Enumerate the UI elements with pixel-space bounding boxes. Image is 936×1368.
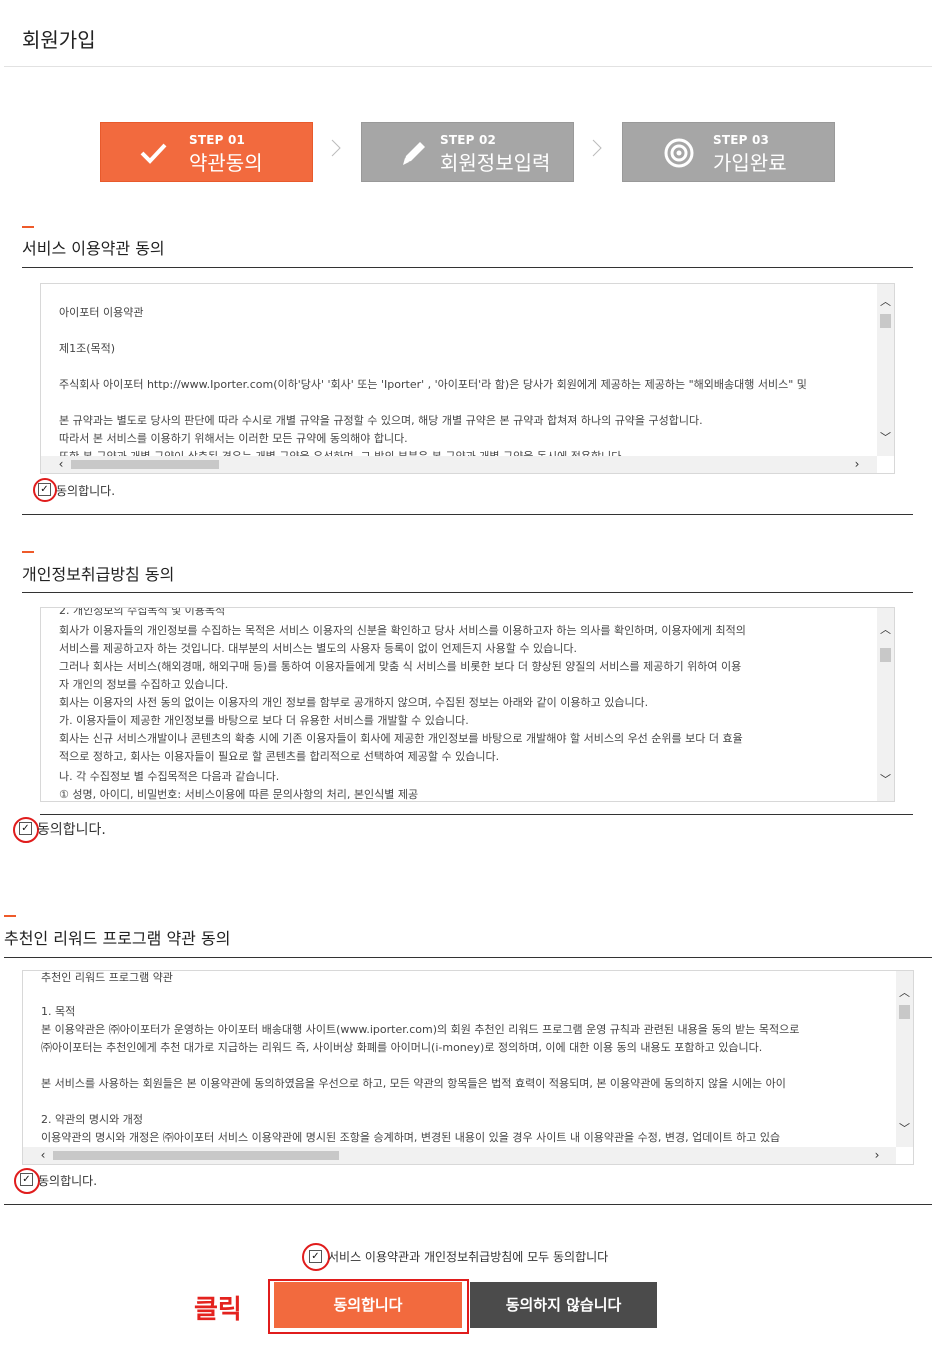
step-2: STEP 02 회원정보입력 — [361, 122, 574, 182]
referral-text-box[interactable]: 추천인 리워드 프로그램 약관 1. 목적 본 이용약관은 ㈜아이포터가 운영하… — [22, 970, 914, 1165]
scroll-thumb[interactable] — [899, 1005, 910, 1019]
privacy-line: 회사는 이용자의 사전 동의 없이는 이용자의 개인 정보를 함부로 공개하지 … — [59, 696, 649, 709]
section-divider — [4, 1204, 932, 1205]
scroll-thumb[interactable] — [53, 1151, 339, 1160]
section-accent — [22, 226, 34, 228]
all-agree-label: 서비스 이용약관과 개인정보취급방침에 모두 동의합니다 — [328, 1250, 609, 1264]
referral-line: ㈜아이포터는 추천인에게 추천 대가로 지급하는 리워드 즉, 사이버상 화폐를… — [41, 1041, 763, 1054]
section-divider — [22, 592, 913, 593]
privacy-line: 회사는 신규 서비스개발이나 콘텐츠의 확충 시에 기존 이용자들이 회사에 제… — [59, 732, 743, 745]
referral-line: 1. 목적 — [41, 1005, 76, 1018]
scroll-down-icon[interactable]: ﹀ — [896, 1121, 913, 1137]
all-agree-checkbox[interactable]: ✓ — [309, 1250, 322, 1263]
privacy-line: ① 성명, 아이디, 비밀번호: 서비스이용에 따른 문의사항의 처리, 본인식… — [59, 788, 419, 801]
scroll-right-icon[interactable]: › — [869, 1147, 885, 1164]
vertical-scrollbar[interactable]: ︿ ﹀ — [877, 284, 894, 456]
check-icon — [140, 143, 167, 164]
scroll-thumb[interactable] — [71, 460, 219, 469]
page-title: 회원가입 — [22, 28, 96, 52]
section-divider — [4, 957, 932, 958]
disagree-button[interactable]: 동의하지 않습니다 — [470, 1282, 657, 1328]
horizontal-scrollbar[interactable]: ‹ › — [41, 456, 877, 473]
chevron-right-icon — [592, 139, 602, 157]
scroll-up-icon[interactable]: ︿ — [896, 985, 913, 1001]
section-divider — [22, 267, 913, 268]
referral-line: 본 이용약관은 ㈜아이포터가 운영하는 아이포터 배송대행 사이트(www.ip… — [41, 1023, 800, 1036]
scroll-down-icon[interactable]: ﹀ — [877, 772, 894, 788]
terms-line: 제1조(목적) — [59, 342, 116, 355]
scroll-down-icon[interactable]: ﹀ — [877, 430, 894, 446]
step-name: 약관동의 — [189, 151, 263, 175]
section-divider — [22, 514, 913, 515]
section-accent — [22, 551, 34, 553]
referral-line: 이용약관의 명시와 개정은 ㈜아이포터 서비스 이용약관에 명시된 조항을 승계… — [41, 1131, 781, 1144]
terms-line: 주식회사 아이포터 http://www.Iporter.com(이하'당사' … — [59, 378, 807, 391]
scroll-right-icon[interactable]: › — [849, 456, 865, 473]
terms-line: 따라서 본 서비스를 이용하기 위해서는 이러한 모든 규약에 동의해야 합니다… — [59, 432, 408, 445]
privacy-line: 그러나 회사는 서비스(해외경매, 해외구매 등)를 통하여 이용자들에게 맞춤… — [59, 660, 742, 673]
privacy-line: 가. 이용자들이 제공한 개인정보를 바탕으로 보다 더 유용한 서비스를 개발… — [59, 714, 469, 727]
title-divider — [4, 66, 932, 67]
referral-line: 추천인 리워드 프로그램 약관 — [41, 971, 173, 984]
scroll-thumb[interactable] — [880, 314, 891, 328]
terms-text-box[interactable]: 아이포터 이용약관 제1조(목적) 주식회사 아이포터 http://www.I… — [40, 283, 895, 474]
terms-line: 본 규약과는 별도로 당사의 판단에 따라 수시로 개별 규약을 규정할 수 있… — [59, 414, 703, 427]
click-annotation: 클릭 — [194, 1295, 242, 1325]
scroll-left-icon[interactable]: ‹ — [35, 1147, 51, 1164]
privacy-line: 2. 개인정보의 수집목적 및 이용목적 — [59, 607, 226, 617]
privacy-text-box[interactable]: 2. 개인정보의 수집목적 및 이용목적 회사가 이용자들의 개인정보를 수집하… — [40, 607, 895, 802]
pencil-icon — [403, 142, 425, 165]
referral-agree-label: 동의합니다. — [38, 1174, 98, 1188]
step-name: 가입완료 — [713, 151, 787, 175]
referral-line: 본 서비스를 사용하는 회원들은 본 이용약관에 동의하였음을 우선으로 하고,… — [41, 1077, 786, 1090]
step-3: STEP 03 가입완료 — [622, 122, 835, 182]
privacy-line: 적으로 정하고, 회사는 이용자들이 필요로 할 콘텐츠를 합리적으로 선택하여… — [59, 750, 500, 763]
terms-section-title: 서비스 이용약관 동의 — [22, 239, 165, 258]
section-divider — [40, 814, 913, 815]
referral-agree-checkbox[interactable]: ✓ — [20, 1173, 33, 1186]
privacy-line: 회사가 이용자들의 개인정보를 수집하는 목적은 서비스 이용자의 신분을 확인… — [59, 624, 746, 637]
section-accent — [4, 915, 16, 917]
step-number: STEP 01 — [189, 133, 246, 147]
privacy-line: 자 개인의 정보를 수집하고 있습니다. — [59, 678, 229, 691]
step-name: 회원정보입력 — [440, 151, 551, 175]
privacy-agree-label: 동의합니다. — [37, 822, 106, 838]
referral-line: 2. 약관의 명시와 개정 — [41, 1113, 143, 1126]
scroll-up-icon[interactable]: ︿ — [877, 294, 894, 310]
step-1: STEP 01 약관동의 — [100, 122, 313, 182]
privacy-line: 서비스를 제공하고자 하는 것입니다. 대부분의 서비스는 별도의 사용자 등록… — [59, 642, 577, 655]
vertical-scrollbar[interactable]: ︿ ﹀ — [896, 971, 913, 1147]
terms-agree-label: 동의합니다. — [56, 484, 116, 498]
chevron-right-icon — [331, 139, 341, 157]
scroll-thumb[interactable] — [880, 648, 891, 662]
privacy-agree-checkbox[interactable]: ✓ — [19, 822, 32, 835]
target-icon — [664, 138, 694, 168]
scroll-left-icon[interactable]: ‹ — [53, 456, 69, 473]
agree-button[interactable]: 동의합니다 — [274, 1282, 462, 1328]
terms-line: 아이포터 이용약관 — [59, 306, 144, 319]
scroll-up-icon[interactable]: ︿ — [877, 622, 894, 638]
privacy-line: 나. 각 수집정보 별 수집목적은 다음과 같습니다. — [59, 770, 280, 783]
step-number: STEP 03 — [713, 133, 770, 147]
step-number: STEP 02 — [440, 133, 497, 147]
terms-agree-checkbox[interactable]: ✓ — [38, 483, 51, 496]
horizontal-scrollbar[interactable]: ‹ › — [23, 1147, 896, 1164]
vertical-scrollbar[interactable]: ︿ ﹀ — [877, 608, 894, 801]
privacy-section-title: 개인정보취급방침 동의 — [22, 565, 175, 584]
referral-section-title: 추천인 리워드 프로그램 약관 동의 — [4, 929, 231, 948]
